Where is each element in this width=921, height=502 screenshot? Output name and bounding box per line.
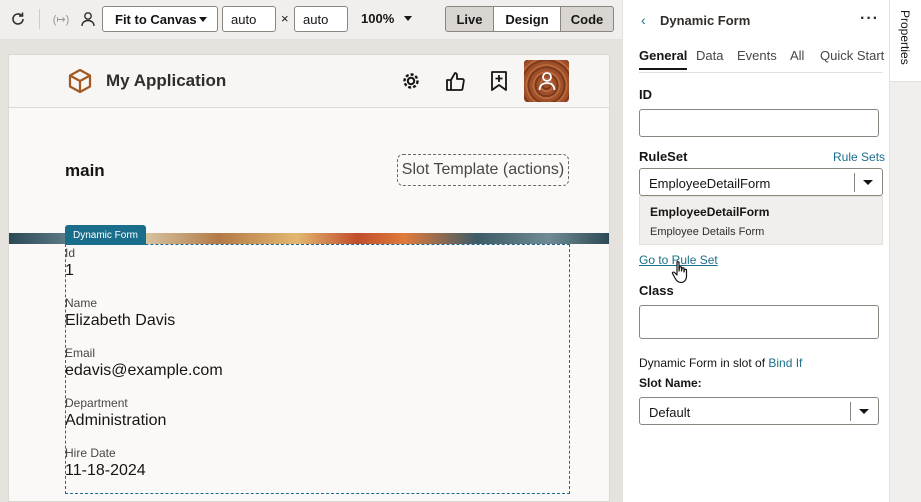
tab-quick-start[interactable]: Quick Start	[820, 48, 884, 63]
chevron-down-icon	[863, 180, 873, 185]
slot-name-label: Slot Name:	[639, 376, 702, 390]
slot-name-select[interactable]: Default	[639, 397, 879, 425]
design-canvas: My Application main Slot Template (actio…	[8, 54, 610, 502]
zoom-value: 100%	[361, 11, 395, 26]
tab-general[interactable]: General	[639, 48, 688, 70]
ruleset-option-title: EmployeeDetailForm	[650, 205, 770, 219]
user-avatar-icon	[538, 72, 555, 91]
slot-of-line: Dynamic Form in slot of Bind If	[639, 356, 802, 370]
properties-side-tab-label: Properties	[898, 10, 912, 65]
select-divider	[854, 173, 855, 192]
slot-template-label: Slot Template (actions)	[401, 161, 565, 178]
tab-divider	[639, 72, 883, 73]
bind-if-link[interactable]: Bind If	[768, 356, 802, 370]
chevron-down-icon	[859, 409, 869, 414]
properties-panel: ‹ Dynamic Form ··· General Data Events A…	[622, 0, 889, 502]
slot-template-actions[interactable]: Slot Template (actions)	[397, 154, 569, 186]
mode-code-label: Code	[570, 11, 604, 27]
field-value-hire-date: 11-18-2024	[65, 462, 146, 479]
mode-live[interactable]: Live	[445, 6, 494, 32]
width-input[interactable]: auto	[222, 6, 276, 32]
rule-sets-link[interactable]: Rule Sets	[833, 150, 885, 164]
select-divider	[850, 402, 851, 421]
field-value-email: edavis@example.com	[65, 362, 223, 379]
field-label-id: Id	[65, 246, 76, 260]
field-label-name: Name	[65, 296, 98, 310]
field-label-hire-date: Hire Date	[65, 446, 116, 460]
field-value-department: Administration	[65, 412, 167, 429]
times-sign: ×	[281, 11, 289, 26]
field-value-id: 1	[65, 262, 74, 279]
height-value: auto	[303, 12, 329, 27]
field-label-department: Department	[65, 396, 128, 410]
back-chevron-icon[interactable]: ‹	[641, 12, 646, 28]
refresh-icon[interactable]	[8, 9, 28, 29]
app-header: My Application	[9, 55, 609, 108]
bookmark-add-icon[interactable]	[485, 67, 513, 95]
designer-toolbar: (↦) Fit to Canvas auto × auto 100% Live …	[0, 0, 622, 40]
mode-code[interactable]: Code	[560, 6, 614, 32]
ruleset-option-subtitle: Employee Details Form	[650, 226, 765, 238]
tab-events[interactable]: Events	[737, 48, 777, 63]
app-title: My Application	[106, 71, 227, 90]
cube-logo-icon	[67, 68, 93, 97]
more-options-icon[interactable]: ···	[860, 10, 879, 28]
class-input[interactable]	[639, 305, 879, 339]
tab-all[interactable]: All	[790, 48, 804, 63]
id-label: ID	[639, 87, 652, 102]
chevron-down-icon	[199, 17, 207, 22]
field-label-email: Email	[65, 346, 96, 360]
dynamic-form-badge[interactable]: Dynamic Form	[65, 225, 147, 245]
properties-side-tab[interactable]: Properties	[890, 0, 921, 82]
ruleset-option[interactable]: EmployeeDetailForm Employee Details Form	[639, 196, 883, 245]
avatar[interactable]	[524, 60, 569, 102]
mode-live-label: Live	[456, 11, 483, 27]
height-input[interactable]: auto	[294, 6, 348, 32]
main-slot-title: main	[65, 161, 105, 180]
expression-icon[interactable]: (↦)	[50, 9, 72, 29]
width-value: auto	[231, 12, 257, 27]
slot-of-label: Dynamic Form in slot of	[639, 356, 766, 370]
zoom-select[interactable]: 100%	[358, 6, 418, 32]
ruleset-label: RuleSet	[639, 149, 688, 164]
mode-design-label: Design	[505, 11, 549, 27]
tab-data[interactable]: Data	[696, 48, 723, 63]
fit-select-value: Fit to Canvas	[115, 12, 197, 27]
fit-select[interactable]: Fit to Canvas	[102, 6, 218, 32]
panel-title: Dynamic Form	[660, 13, 751, 28]
class-label: Class	[639, 283, 674, 298]
gear-icon[interactable]	[397, 67, 425, 95]
mode-design[interactable]: Design	[493, 6, 561, 32]
ruleset-select-value: EmployeeDetailForm	[649, 176, 771, 191]
ruleset-select[interactable]: EmployeeDetailForm	[639, 168, 883, 196]
dynamic-form-badge-label: Dynamic Form	[73, 229, 139, 241]
toolbar-divider	[39, 9, 40, 29]
slot-name-value: Default	[649, 405, 691, 420]
user-icon[interactable]	[78, 9, 98, 29]
thumbs-up-icon[interactable]	[441, 67, 469, 95]
id-input[interactable]	[639, 109, 879, 137]
chevron-down-icon	[404, 16, 412, 21]
field-value-name: Elizabeth Davis	[65, 312, 176, 329]
